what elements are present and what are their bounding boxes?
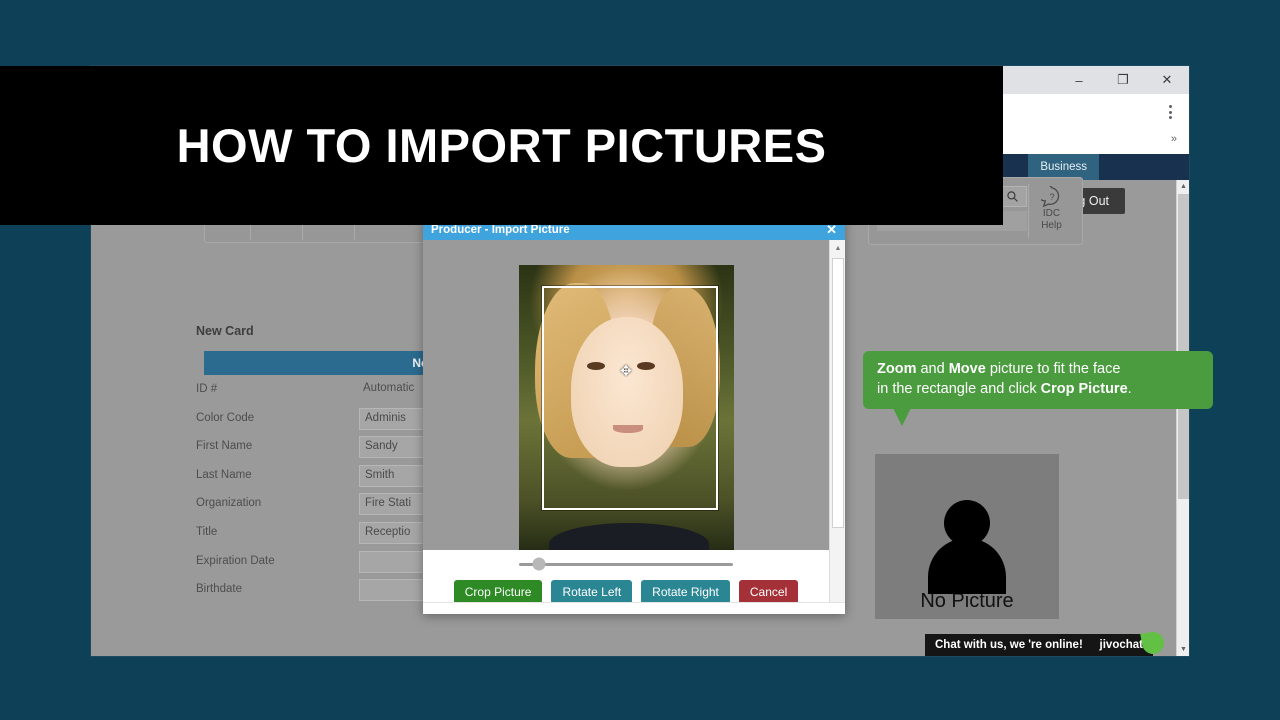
field-label-birthdate: Birthdate bbox=[196, 583, 243, 596]
callout-text-and: and bbox=[916, 361, 949, 378]
dialog-footer bbox=[423, 602, 845, 614]
rotate-right-button[interactable]: Rotate Right bbox=[641, 580, 730, 604]
field-label-id: ID # bbox=[196, 383, 218, 395]
field-value-id: Automatic bbox=[363, 382, 415, 394]
scroll-up-icon[interactable]: ▲ bbox=[1177, 180, 1189, 193]
page-scrollbar[interactable]: ▲ ▼ bbox=[1176, 180, 1189, 656]
browser-menu-icon[interactable] bbox=[1161, 102, 1179, 122]
idc-help-label-1: IDC bbox=[1042, 208, 1061, 219]
crop-rectangle[interactable] bbox=[542, 286, 718, 510]
callout-line-2: in the rectangle and click Crop Picture. bbox=[877, 380, 1199, 400]
callout-text-rest1: picture to fit the face bbox=[985, 361, 1121, 378]
rotate-left-button[interactable]: Rotate Left bbox=[551, 580, 633, 604]
field-label-color-code: Color Code bbox=[196, 411, 255, 424]
crop-picture-button[interactable]: Crop Picture bbox=[453, 580, 543, 604]
zoom-slider-wrap bbox=[423, 550, 829, 578]
avatar-placeholder-icon bbox=[924, 500, 1010, 594]
callout-line-1: Zoom and Move picture to fit the face bbox=[877, 360, 1199, 380]
field-label-title: Title bbox=[196, 525, 218, 538]
import-picture-dialog: Producer - Import Picture ✕ ✥ ▲ ▼ bbox=[423, 219, 845, 614]
photo-stage[interactable]: ✥ bbox=[423, 240, 829, 550]
close-icon[interactable]: ✕ bbox=[1145, 66, 1189, 94]
callout-bold-move: Move bbox=[948, 361, 986, 378]
dialog-body: ✥ ▲ ▼ Crop Picture Rotate Left Rotate Ri… bbox=[423, 240, 845, 614]
question-mark-icon: ? bbox=[1040, 186, 1059, 208]
field-label-last-name: Last Name bbox=[196, 468, 252, 481]
bookmarks-overflow-icon[interactable]: » bbox=[1171, 133, 1177, 145]
scroll-down-icon[interactable]: ▼ bbox=[1177, 643, 1189, 656]
callout-text-period: . bbox=[1127, 381, 1132, 397]
callout-tail bbox=[893, 408, 911, 426]
field-label-expiration-date: Expiration Date bbox=[196, 554, 275, 567]
cancel-button[interactable]: Cancel bbox=[738, 580, 799, 604]
callout-bold-crop: Crop Picture bbox=[1040, 381, 1128, 397]
svg-text:?: ? bbox=[1049, 192, 1054, 202]
search-icon bbox=[1006, 191, 1018, 202]
page-scroll-thumb[interactable] bbox=[1178, 194, 1189, 499]
dialog-scrollbar[interactable]: ▲ ▼ bbox=[829, 240, 845, 614]
form-section-title: New Card bbox=[196, 324, 254, 338]
field-label-organization: Organization bbox=[196, 497, 262, 510]
zoom-slider-thumb[interactable] bbox=[532, 557, 546, 571]
minimize-icon[interactable]: – bbox=[1057, 66, 1101, 94]
zoom-slider[interactable] bbox=[519, 557, 733, 571]
idc-help-button[interactable]: ? IDC Help bbox=[1028, 184, 1074, 238]
video-title-overlay: HOW TO IMPORT PICTURES bbox=[0, 66, 1003, 225]
jivochat-bar[interactable]: Chat with us, we 're online! jivochat bbox=[925, 634, 1153, 656]
jivochat-message: Chat with us, we 're online! bbox=[935, 639, 1083, 651]
jivochat-brand: jivochat bbox=[1099, 639, 1143, 651]
dialog-scroll-up-icon[interactable]: ▲ bbox=[830, 240, 846, 256]
idc-help-label-2: Help bbox=[1041, 220, 1062, 231]
dialog-scroll-thumb[interactable] bbox=[832, 258, 844, 528]
maximize-icon[interactable]: ❐ bbox=[1101, 66, 1145, 94]
callout-bold-zoom: Zoom bbox=[877, 361, 917, 378]
field-label-first-name: First Name bbox=[196, 440, 253, 453]
instruction-callout: Zoom and Move picture to fit the face in… bbox=[863, 351, 1213, 409]
saved-picture-preview: No Picture bbox=[875, 454, 1059, 619]
dialog-title: Producer - Import Picture bbox=[431, 223, 570, 236]
video-title-text: HOW TO IMPORT PICTURES bbox=[176, 119, 827, 172]
dialog-button-row: Crop Picture Rotate Left Rotate Right Ca… bbox=[423, 580, 829, 604]
callout-text-rest2: in the rectangle and click bbox=[877, 381, 1041, 397]
move-cursor-icon: ✥ bbox=[620, 362, 632, 379]
